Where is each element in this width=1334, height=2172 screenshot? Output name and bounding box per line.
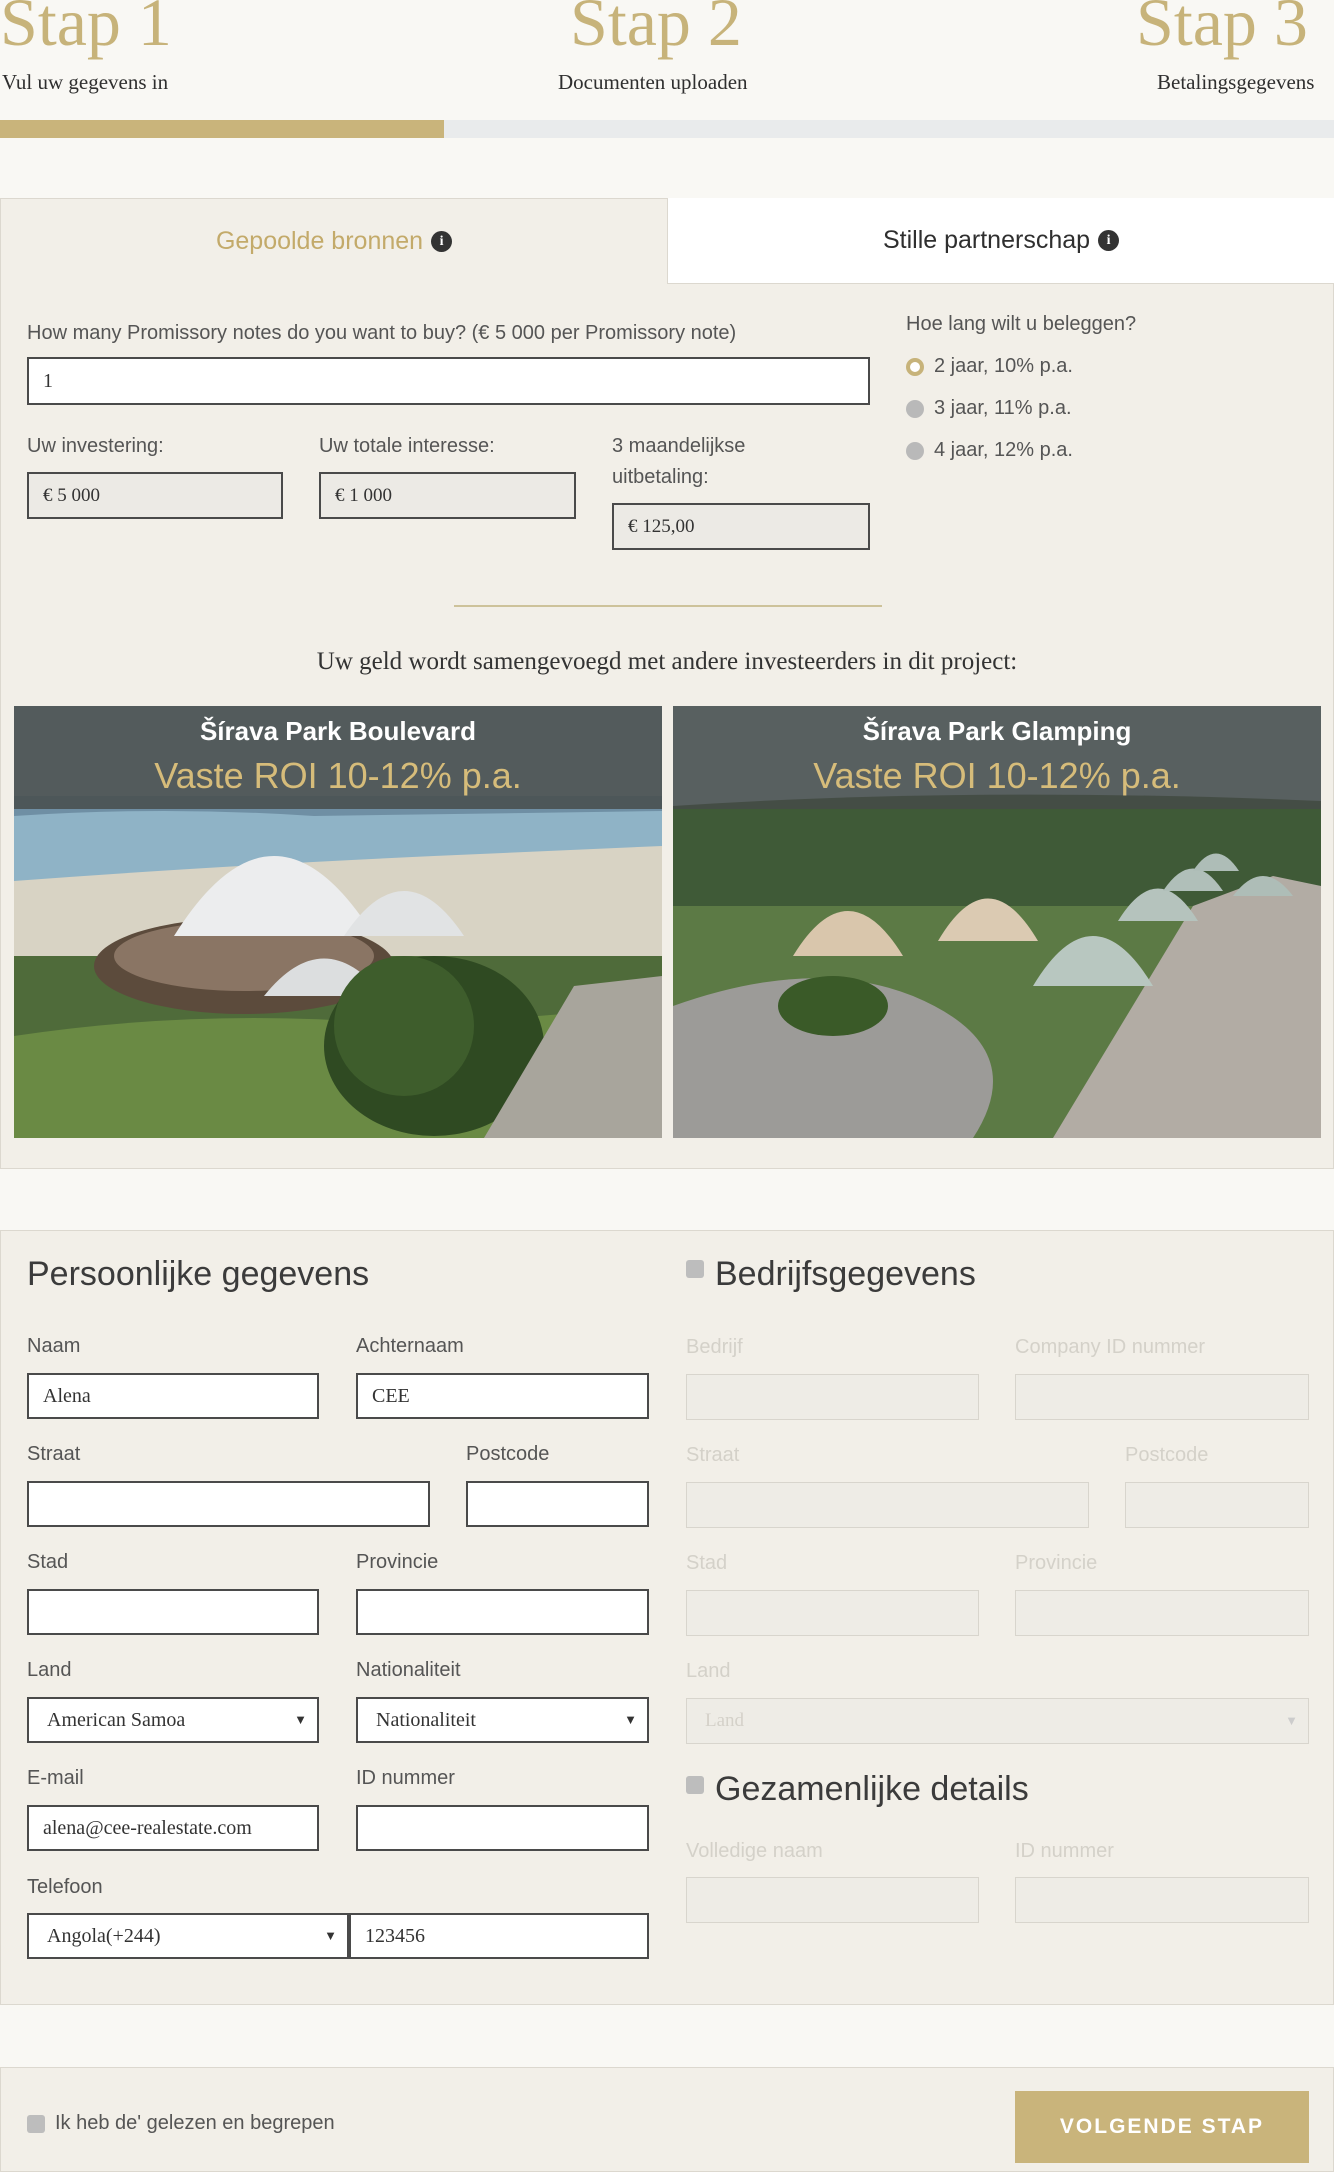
joint-id-label: ID nummer: [1015, 1840, 1114, 1862]
payout-value: € 125,00: [612, 503, 870, 550]
joint-name-input[interactable]: [686, 1877, 979, 1923]
company-city-label: Stad: [686, 1552, 728, 1574]
project-boulevard-name: Šírava Park Boulevard: [199, 716, 477, 746]
duration-option-2y[interactable]: 2 jaar, 10% p.a.: [906, 355, 1073, 378]
interest-value: € 1 000: [319, 472, 576, 519]
phone-input[interactable]: 123456: [349, 1913, 649, 1959]
nationality-value: Nationaliteit: [376, 1708, 476, 1731]
step-2-subtitle: Documenten uploaden: [558, 70, 748, 94]
radio-icon: [906, 441, 924, 460]
company-input[interactable]: [686, 1374, 979, 1420]
info-icon[interactable]: i: [1098, 230, 1120, 251]
first-name-input[interactable]: Alena: [27, 1373, 319, 1419]
tab-silent-partnership[interactable]: Stille partnerschap i: [668, 198, 1334, 284]
duration-option-label: 4 jaar, 12% p.a.: [934, 439, 1073, 461]
project-glamping-banner: Šírava Park Glamping Vaste ROI 10-12% p.…: [673, 706, 1321, 809]
investment-label: Uw investering:: [27, 435, 164, 457]
progress-fill: [0, 120, 444, 138]
agree-text: Ik heb de' gelezen en begrepen: [55, 2112, 335, 2134]
company-province-label: Provincie: [1015, 1552, 1098, 1574]
province-label: Provincie: [356, 1551, 439, 1573]
company-country-select[interactable]: Land ▼: [686, 1698, 1309, 1744]
company-street-label: Straat: [686, 1444, 740, 1466]
pool-text: Uw geld wordt samengevoegd met andere in…: [316, 648, 1018, 675]
info-icon[interactable]: i: [431, 231, 453, 252]
project-card-boulevard[interactable]: Šírava Park Boulevard Vaste ROI 10-12% p…: [14, 706, 662, 1138]
project-boulevard-roi: Vaste ROI 10-12% p.a.: [154, 755, 522, 796]
street-label: Straat: [27, 1443, 81, 1465]
chevron-down-icon: ▼: [1285, 1713, 1298, 1728]
first-name-label: Naam: [27, 1335, 81, 1357]
agree-checkbox[interactable]: [27, 2115, 45, 2133]
joint-name-label: Volledige naam: [686, 1840, 823, 1862]
joint-title: Gezamenlijke details: [715, 1770, 1029, 1808]
postcode-label: Postcode: [466, 1443, 550, 1465]
country-label: Land: [27, 1659, 72, 1681]
company-title: Bedrijfsgegevens: [715, 1255, 976, 1293]
phone-label: Telefoon: [27, 1876, 103, 1898]
project-glamping-roi: Vaste ROI 10-12% p.a.: [813, 755, 1181, 796]
company-city-input[interactable]: [686, 1590, 979, 1636]
company-street-input[interactable]: [686, 1482, 1089, 1528]
company-id-input[interactable]: [1015, 1374, 1309, 1420]
notes-label: How many Promissory notes do you want to…: [27, 322, 737, 344]
province-input[interactable]: [356, 1589, 649, 1635]
step-1-subtitle: Vul uw gegevens in: [2, 70, 169, 94]
company-id-label: Company ID nummer: [1015, 1336, 1206, 1358]
postcode-input[interactable]: [466, 1481, 649, 1527]
interest-label: Uw totale interesse:: [319, 435, 495, 457]
company-province-input[interactable]: [1015, 1590, 1309, 1636]
duration-option-label: 2 jaar, 10% p.a.: [934, 355, 1073, 377]
investment-value: € 5 000: [27, 472, 283, 519]
company-label: Bedrijf: [686, 1336, 743, 1358]
step-3-title: Stap 3: [1136, 0, 1308, 60]
project-boulevard-banner: Šírava Park Boulevard Vaste ROI 10-12% p…: [14, 706, 662, 809]
city-input[interactable]: [27, 1589, 319, 1635]
radio-selected-icon: [906, 357, 924, 376]
phone-code-select[interactable]: Angola(+244) ▼: [27, 1913, 349, 1959]
street-input[interactable]: [27, 1481, 430, 1527]
company-checkbox[interactable]: [686, 1260, 704, 1278]
company-postcode-input[interactable]: [1125, 1482, 1309, 1528]
company-country-label: Land: [686, 1660, 731, 1682]
id-label: ID nummer: [356, 1767, 455, 1789]
next-step-button[interactable]: VOLGENDE STAP: [1015, 2091, 1309, 2163]
joint-checkbox[interactable]: [686, 1776, 704, 1794]
phone-code-value: Angola(+244): [47, 1924, 161, 1947]
step-1-title: Stap 1: [0, 0, 172, 60]
project-glamping-name: Šírava Park Glamping: [862, 716, 1132, 746]
chevron-down-icon: ▼: [324, 1928, 337, 1943]
project-card-glamping[interactable]: Šírava Park Glamping Vaste ROI 10-12% p.…: [673, 706, 1321, 1138]
city-label: Stad: [27, 1551, 69, 1573]
radio-icon: [906, 399, 924, 418]
nationality-label: Nationaliteit: [356, 1659, 461, 1681]
step-3-subtitle: Betalingsgegevens: [1157, 70, 1315, 94]
company-country-value: Land: [705, 1710, 745, 1731]
country-select[interactable]: American Samoa ▼: [27, 1697, 319, 1743]
chevron-down-icon: ▼: [294, 1712, 307, 1727]
nationality-select[interactable]: Nationaliteit ▼: [356, 1697, 649, 1743]
duration-option-3y[interactable]: 3 jaar, 11% p.a.: [906, 397, 1072, 420]
payout-label-line2: uitbetaling:: [612, 466, 709, 488]
duration-option-4y[interactable]: 4 jaar, 12% p.a.: [906, 439, 1073, 462]
last-name-input[interactable]: CEE: [356, 1373, 649, 1419]
payout-label-line1: 3 maandelijkse: [612, 435, 746, 457]
company-postcode-label: Postcode: [1125, 1444, 1209, 1466]
last-name-label: Achternaam: [356, 1335, 464, 1357]
email-label: E-mail: [27, 1767, 84, 1789]
joint-id-input[interactable]: [1015, 1877, 1309, 1923]
duration-option-label: 3 jaar, 11% p.a.: [934, 397, 1072, 419]
divider: [454, 605, 882, 607]
tab-silent-label: Stille partnerschap: [882, 226, 1091, 254]
tab-pooled-resources[interactable]: Gepoolde bronnen i: [0, 198, 668, 284]
notes-input[interactable]: 1: [27, 357, 870, 405]
email-input[interactable]: alena@cee-realestate.com: [27, 1805, 319, 1851]
personal-title: Persoonlijke gegevens: [27, 1255, 370, 1293]
id-input[interactable]: [356, 1805, 649, 1851]
tab-pooled-label: Gepoolde bronnen: [215, 227, 424, 255]
duration-label: Hoe lang wilt u beleggen?: [906, 313, 1137, 335]
step-2-title: Stap 2: [570, 0, 742, 60]
chevron-down-icon: ▼: [624, 1712, 637, 1727]
country-value: American Samoa: [47, 1708, 186, 1731]
